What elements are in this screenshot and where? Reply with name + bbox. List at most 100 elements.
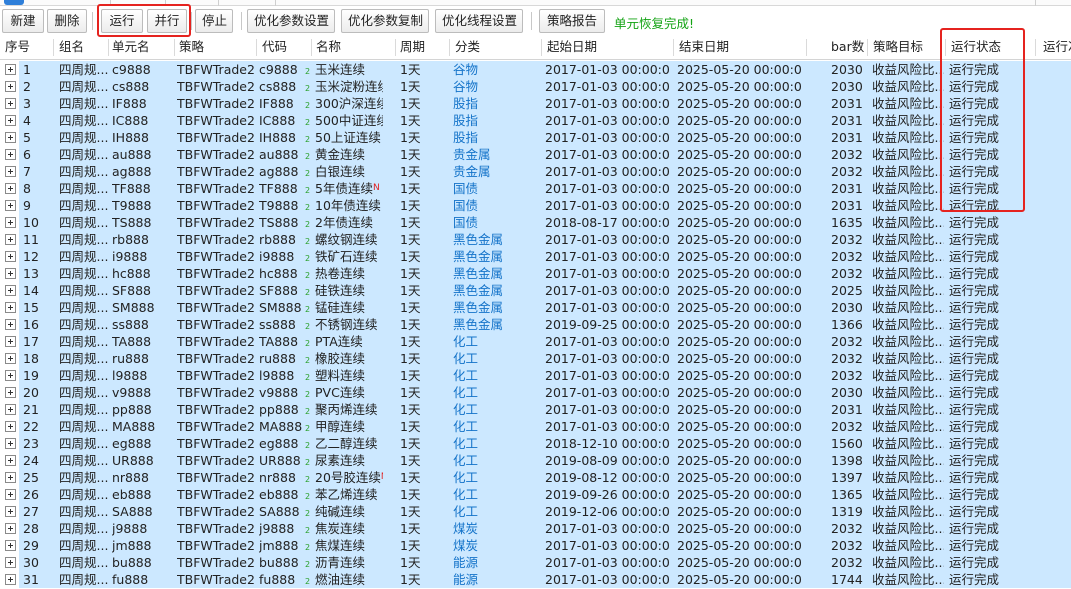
column-divider[interactable] (311, 39, 312, 56)
table-row[interactable]: 2 20 四周规... v9888 TBFWTrade2 v9888 PVC连续 1天 化工 20… (0, 384, 1071, 401)
optimize-params-copy-button[interactable]: 优化参数复制 (341, 9, 429, 33)
table-row[interactable]: 2 11 四周规... rb888 TBFWTrade2 rb888 螺纹钢连续 1天 黑色金属… (0, 231, 1071, 248)
table-row[interactable]: 225四周规...nr888TBFWTrade2nr88820号胶连续N1天化工… (0, 469, 1071, 486)
expand-row-icon[interactable] (5, 506, 16, 517)
table-row[interactable]: 2 13 四周规... hc888 TBFWTrade2 hc888 热卷连续 1天 黑色金属 2… (0, 265, 1071, 282)
col-header-name[interactable]: 名称 (316, 36, 366, 60)
table-row[interactable]: 2 10 四周规... TS888 TBFWTrade2 TS888 2年债连续 1天 国债 20… (0, 214, 1071, 231)
expand-row-icon[interactable] (5, 285, 16, 296)
table-row[interactable]: 2 28 四周规... j9888 TBFWTrade2 j9888 焦炭连续 1天 煤炭 201… (0, 520, 1071, 537)
col-header-unit-name[interactable]: 单元名 (112, 36, 172, 60)
table-row[interactable]: 2 1 四周规... c9888 TBFWTrade2 c9888 玉米连续 1天 谷物 2017… (0, 61, 1071, 78)
table-row[interactable]: 2 7 四周规... ag888 TBFWTrade2 ag888 白银连续 1天 贵金属 201… (0, 163, 1071, 180)
column-divider[interactable] (673, 39, 674, 56)
table-row[interactable]: 2 3 四周规... IF888 TBFWTrade2 IF888 300沪深连续 1天 股指 2… (0, 95, 1071, 112)
expand-row-icon[interactable] (5, 336, 16, 347)
col-header-bar-count[interactable]: bar数 (831, 36, 869, 60)
column-divider[interactable] (395, 39, 396, 56)
column-divider[interactable] (108, 39, 109, 56)
active-tab-indicator[interactable] (4, 0, 24, 5)
expand-row-icon[interactable] (5, 115, 16, 126)
table-row[interactable]: 2 2 四周规... cs888 TBFWTrade2 cs888 玉米淀粉连续 1天 谷物 20… (0, 78, 1071, 95)
column-divider[interactable] (867, 39, 868, 56)
expand-row-icon[interactable] (5, 472, 16, 483)
table-row[interactable]: 2 12 四周规... i9888 TBFWTrade2 i9888 铁矿石连续 1天 黑色金属… (0, 248, 1071, 265)
expand-row-icon[interactable] (5, 149, 16, 160)
table-row[interactable]: 2 29 四周规... jm888 TBFWTrade2 jm888 焦煤连续 1天 煤炭 201… (0, 537, 1071, 554)
col-header-start-date[interactable]: 起始日期 (547, 36, 617, 60)
expand-row-icon[interactable] (5, 132, 16, 143)
column-divider[interactable] (1035, 39, 1036, 56)
column-divider[interactable] (945, 39, 946, 56)
col-header-strategy[interactable]: 策略 (179, 36, 239, 60)
table-row[interactable]: 2 18 四周规... ru888 TBFWTrade2 ru888 橡胶连续 1天 化工 201… (0, 350, 1071, 367)
stop-button[interactable]: 停止 (195, 9, 233, 33)
expand-row-icon[interactable] (5, 404, 16, 415)
table-row[interactable]: 2 27 四周规... SA888 TBFWTrade2 SA888 纯碱连续 1天 化工 201… (0, 503, 1071, 520)
delete-button[interactable]: 删除 (47, 9, 87, 33)
expand-row-icon[interactable] (5, 557, 16, 568)
expand-row-icon[interactable] (5, 421, 16, 432)
col-header-group[interactable]: 组名 (59, 36, 109, 60)
table-row[interactable]: 2 30 四周规... bu888 TBFWTrade2 bu888 沥青连续 1天 能源 201… (0, 554, 1071, 571)
column-divider[interactable] (256, 39, 257, 56)
table-row[interactable]: 2 6 四周规... au888 TBFWTrade2 au888 黄金连续 1天 贵金属 201… (0, 146, 1071, 163)
expand-row-icon[interactable] (5, 200, 16, 211)
table-row[interactable]: 2 5 四周规... IH888 TBFWTrade2 IH888 50上证连续 1天 股指 20… (0, 129, 1071, 146)
table-row[interactable]: 2 14 四周规... SF888 TBFWTrade2 SF888 硅铁连续 1天 黑色金属 2… (0, 282, 1071, 299)
table-row[interactable]: 2 15 四周规... SM888 TBFWTrade2 SM888 锰硅连续 1天 黑色金属 2… (0, 299, 1071, 316)
col-header-run-status[interactable]: 运行状态 (951, 36, 1011, 60)
expand-row-icon[interactable] (5, 540, 16, 551)
expand-row-icon[interactable] (5, 489, 16, 500)
expand-row-icon[interactable] (5, 81, 16, 92)
table-row[interactable]: 2 26 四周规... eb888 TBFWTrade2 eb888 苯乙烯连续 1天 化工 20… (0, 486, 1071, 503)
expand-row-icon[interactable] (5, 370, 16, 381)
col-header-run-count[interactable]: 运行次 (1043, 36, 1071, 60)
expand-row-icon[interactable] (5, 98, 16, 109)
optimize-params-settings-button[interactable]: 优化参数设置 (247, 9, 335, 33)
col-header-end-date[interactable]: 结束日期 (679, 36, 749, 60)
expand-row-icon[interactable] (5, 183, 16, 194)
expand-row-icon[interactable] (5, 455, 16, 466)
col-header-strategy-target[interactable]: 策略目标 (873, 36, 933, 60)
table-row[interactable]: 2 9 四周规... T9888 TBFWTrade2 T9888 10年债连续 1天 国债 20… (0, 197, 1071, 214)
optimize-threads-settings-button[interactable]: 优化线程设置 (435, 9, 523, 33)
column-divider[interactable] (53, 39, 54, 56)
column-divider[interactable] (541, 39, 542, 56)
col-header-period[interactable]: 周期 (400, 36, 440, 60)
expand-row-icon[interactable] (5, 319, 16, 330)
col-header-code[interactable]: 代码 (262, 36, 302, 60)
expand-row-icon[interactable] (5, 217, 16, 228)
col-header-category[interactable]: 分类 (455, 36, 505, 60)
expand-row-icon[interactable] (5, 387, 16, 398)
table-row[interactable]: 2 8 四周规... TF888 TBFWTrade2 TF888 5年债连续N 1天 国债 20… (0, 180, 1071, 197)
expand-row-icon[interactable] (5, 251, 16, 262)
expand-row-icon[interactable] (5, 234, 16, 245)
expand-row-icon[interactable] (5, 574, 16, 585)
expand-row-icon[interactable] (5, 64, 16, 75)
table-row[interactable]: 2 22 四周规... MA888 TBFWTrade2 MA888 甲醇连续 1天 化工 201… (0, 418, 1071, 435)
column-divider[interactable] (449, 39, 450, 56)
new-button[interactable]: 新建 (2, 9, 44, 33)
table-row[interactable]: 2 23 四周规... eg888 TBFWTrade2 eg888 乙二醇连续 1天 化工 20… (0, 435, 1071, 452)
expand-row-icon[interactable] (5, 523, 16, 534)
row-category: 化工 (453, 436, 479, 451)
run-button[interactable]: 运行 (101, 9, 143, 33)
table-row[interactable]: 2 24 四周规... UR888 TBFWTrade2 UR888 尿素连续 1天 化工 201… (0, 452, 1071, 469)
parallel-run-button[interactable]: 并行 (147, 9, 187, 33)
table-row[interactable]: 2 16 四周规... ss888 TBFWTrade2 ss888 不锈钢连续 1天 黑色金属… (0, 316, 1071, 333)
column-divider[interactable] (174, 39, 175, 56)
strategy-report-button[interactable]: 策略报告 (539, 9, 605, 33)
expand-row-icon[interactable] (5, 438, 16, 449)
table-row[interactable]: 2 19 四周规... l9888 TBFWTrade2 l9888 塑料连续 1天 化工 201… (0, 367, 1071, 384)
expand-row-icon[interactable] (5, 302, 16, 313)
table-row[interactable]: 2 31 四周规... fu888 TBFWTrade2 fu888 燃油连续 1天 能源 201… (0, 571, 1071, 588)
col-header-index[interactable]: 序号 (5, 36, 41, 60)
expand-row-icon[interactable] (5, 353, 16, 364)
expand-row-icon[interactable] (5, 268, 16, 279)
table-row[interactable]: 2 21 四周规... pp888 TBFWTrade2 pp888 聚丙烯连续 1天 化工 20… (0, 401, 1071, 418)
table-row[interactable]: 2 4 四周规... IC888 TBFWTrade2 IC888 500中证连续 1天 股指 2… (0, 112, 1071, 129)
table-row[interactable]: 2 17 四周规... TA888 TBFWTrade2 TA888 PTA连续 1天 化工 20… (0, 333, 1071, 350)
column-divider[interactable] (806, 39, 807, 56)
expand-row-icon[interactable] (5, 166, 16, 177)
